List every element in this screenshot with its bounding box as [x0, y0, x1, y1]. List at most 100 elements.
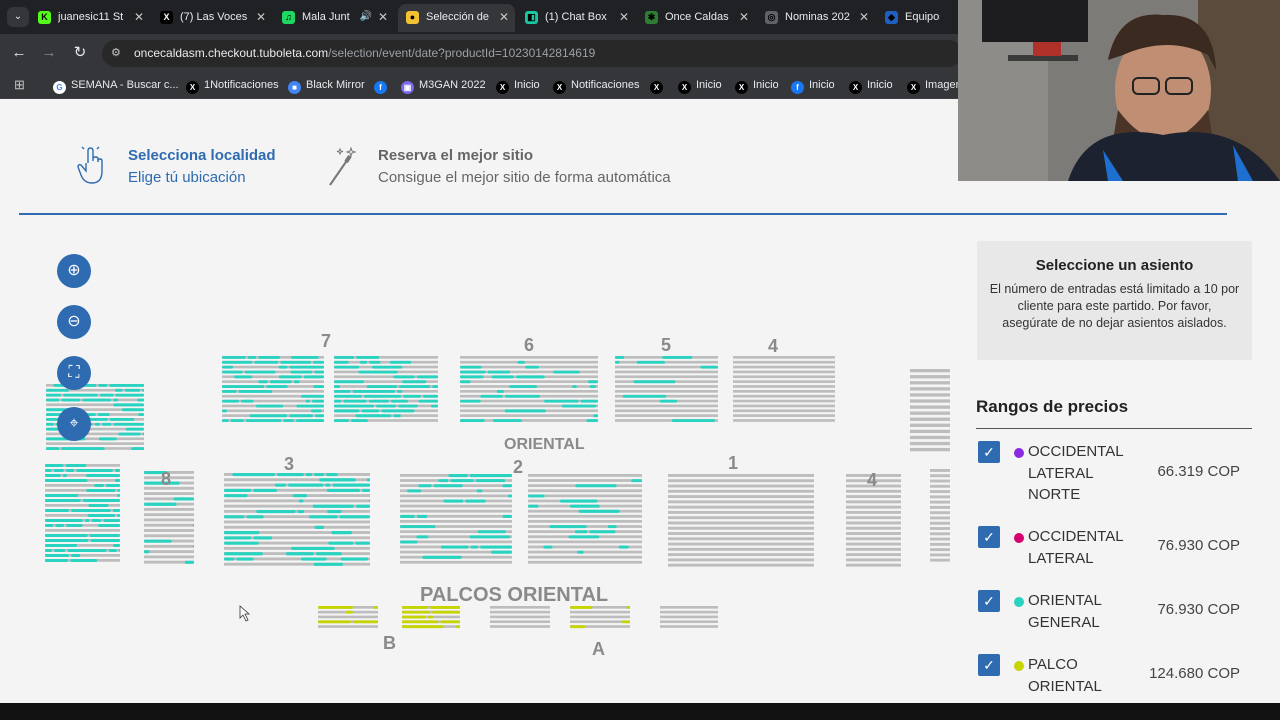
- available-seats[interactable]: [86, 474, 120, 477]
- available-seats[interactable]: [66, 524, 83, 527]
- available-seats[interactable]: [222, 409, 227, 413]
- available-seats[interactable]: [393, 414, 401, 418]
- section-3[interactable]: [224, 473, 370, 566]
- available-seats[interactable]: [296, 404, 324, 408]
- available-seats[interactable]: [587, 380, 598, 384]
- available-seats[interactable]: [334, 365, 360, 369]
- checkbox[interactable]: ✓: [978, 590, 1000, 612]
- available-seats[interactable]: [621, 620, 630, 624]
- available-seats[interactable]: [314, 414, 324, 418]
- available-seats[interactable]: [89, 534, 120, 537]
- stadium-seat-map[interactable]: 7 6 5 4 ORIENTAL 8 3 2 1 4 PALCOS ORIENTAL B A: [0, 99, 960, 703]
- available-seats[interactable]: [418, 484, 432, 488]
- available-seats[interactable]: [115, 393, 144, 397]
- available-seats[interactable]: [569, 504, 600, 508]
- available-seats[interactable]: [65, 469, 75, 472]
- available-seats[interactable]: [118, 432, 141, 436]
- available-seats[interactable]: [332, 483, 370, 487]
- available-seats[interactable]: [45, 539, 89, 542]
- available-seats[interactable]: [402, 620, 439, 624]
- available-seats[interactable]: [580, 399, 598, 403]
- available-seats[interactable]: [460, 419, 485, 423]
- available-seats[interactable]: [253, 536, 273, 540]
- available-seats[interactable]: [325, 483, 331, 487]
- available-seats[interactable]: [487, 370, 511, 374]
- available-seats[interactable]: [507, 494, 512, 498]
- available-seats[interactable]: [615, 360, 620, 364]
- available-seats[interactable]: [290, 370, 313, 374]
- zoom-in-button[interactable]: ⊕: [57, 254, 91, 288]
- available-seats[interactable]: [570, 625, 586, 629]
- available-seats[interactable]: [574, 530, 588, 534]
- available-seats[interactable]: [45, 494, 79, 497]
- available-seats[interactable]: [269, 380, 292, 384]
- bookmark-item[interactable]: X Inicio: [849, 72, 893, 98]
- available-seats[interactable]: [492, 419, 522, 423]
- available-seats[interactable]: [490, 550, 512, 554]
- available-seats[interactable]: [308, 515, 338, 519]
- available-seats[interactable]: [222, 365, 234, 369]
- available-seats[interactable]: [631, 479, 642, 483]
- available-seats[interactable]: [359, 360, 368, 364]
- available-seats[interactable]: [71, 509, 111, 512]
- available-seats[interactable]: [45, 479, 88, 482]
- available-seats[interactable]: [98, 384, 108, 387]
- available-seats[interactable]: [460, 380, 471, 384]
- bookmark-item[interactable]: X: [650, 72, 668, 98]
- available-seats[interactable]: [292, 494, 308, 498]
- map-pin-button[interactable]: ⌖: [57, 407, 91, 441]
- available-seats[interactable]: [334, 356, 355, 359]
- available-seats[interactable]: [352, 620, 378, 624]
- available-seats[interactable]: [313, 385, 324, 389]
- close-icon[interactable]: ✕: [499, 4, 509, 30]
- available-seats[interactable]: [528, 494, 545, 498]
- available-seats[interactable]: [496, 390, 504, 393]
- available-seats[interactable]: [300, 394, 324, 398]
- available-seats[interactable]: [376, 404, 397, 408]
- available-seats[interactable]: [586, 419, 598, 423]
- available-seats[interactable]: [502, 514, 512, 518]
- available-seats[interactable]: [94, 484, 104, 487]
- available-seats[interactable]: [46, 447, 60, 451]
- available-seats[interactable]: [326, 488, 361, 492]
- available-seats[interactable]: [224, 536, 252, 540]
- available-seats[interactable]: [427, 615, 434, 619]
- available-seats[interactable]: [438, 479, 449, 483]
- available-seats[interactable]: [398, 404, 418, 408]
- available-seats[interactable]: [305, 473, 313, 477]
- available-seats[interactable]: [543, 545, 553, 549]
- available-seats[interactable]: [456, 625, 460, 629]
- available-seats[interactable]: [98, 437, 117, 441]
- available-seats[interactable]: [82, 499, 120, 502]
- available-seats[interactable]: [142, 388, 144, 392]
- available-seats[interactable]: [403, 394, 421, 398]
- available-seats[interactable]: [362, 488, 370, 492]
- available-seats[interactable]: [381, 409, 415, 413]
- available-seats[interactable]: [274, 483, 287, 487]
- available-seats[interactable]: [700, 365, 718, 369]
- available-seats[interactable]: [334, 404, 375, 408]
- available-seats[interactable]: [460, 365, 482, 369]
- available-seats[interactable]: [402, 615, 426, 619]
- available-seats[interactable]: [45, 464, 64, 467]
- available-seats[interactable]: [374, 606, 378, 609]
- available-seats[interactable]: [400, 514, 415, 518]
- available-seats[interactable]: [278, 375, 302, 379]
- available-seats[interactable]: [222, 419, 229, 423]
- available-seats[interactable]: [224, 541, 259, 545]
- available-seats[interactable]: [371, 365, 403, 369]
- available-seats[interactable]: [65, 464, 87, 467]
- available-seats[interactable]: [327, 509, 342, 514]
- available-seats[interactable]: [402, 606, 429, 609]
- available-seats[interactable]: [448, 474, 468, 478]
- available-seats[interactable]: [477, 530, 507, 534]
- available-seats[interactable]: [366, 385, 398, 389]
- available-seats[interactable]: [278, 365, 288, 369]
- available-seats[interactable]: [340, 557, 369, 561]
- bookmark-item[interactable]: X Notificaciones: [553, 72, 639, 98]
- available-seats[interactable]: [662, 356, 693, 359]
- available-seats[interactable]: [469, 474, 512, 478]
- available-seats[interactable]: [45, 549, 53, 552]
- available-seats[interactable]: [313, 360, 324, 364]
- available-seats[interactable]: [45, 499, 81, 502]
